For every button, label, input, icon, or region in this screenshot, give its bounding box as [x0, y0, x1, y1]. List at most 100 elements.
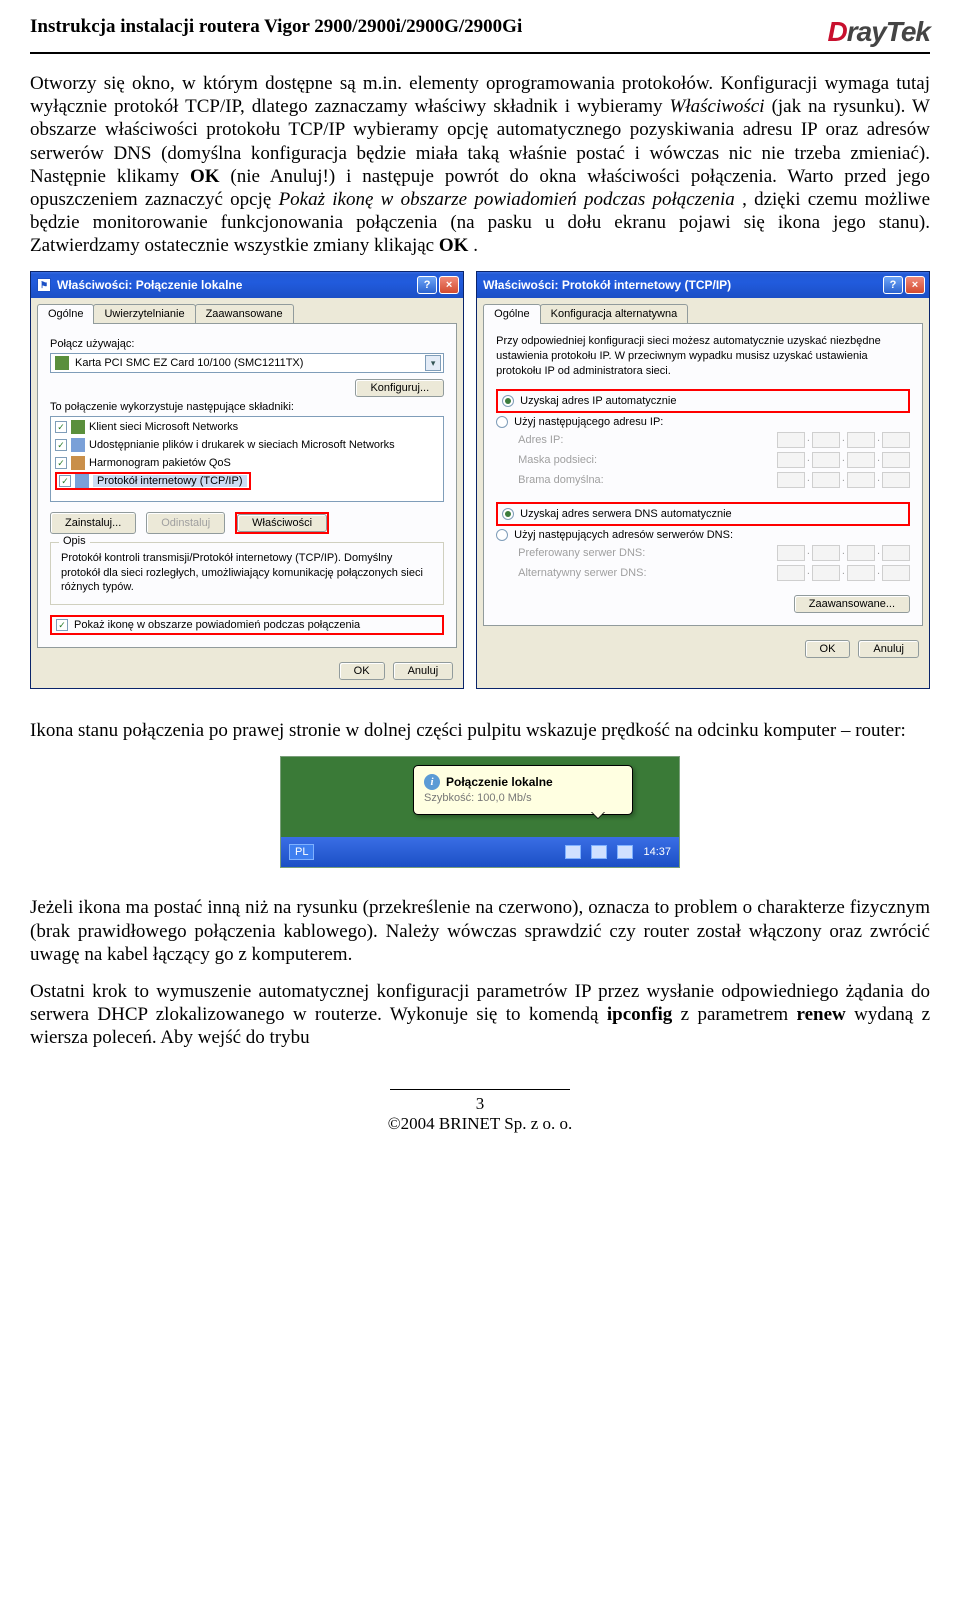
page-header: Instrukcja instalacji routera Vigor 2900… [30, 16, 930, 54]
help-icon[interactable]: ? [417, 276, 437, 294]
taskbar: PL 14:37 [281, 837, 679, 867]
ip-input: ... [777, 452, 910, 468]
components-listbox[interactable]: ✓ Klient sieci Microsoft Networks ✓ Udos… [50, 416, 444, 502]
window-icon: ⚑ [37, 278, 51, 292]
field-label: Adres IP: [518, 434, 563, 446]
item-label: Klient sieci Microsoft Networks [89, 421, 238, 433]
tab-pane-general: Przy odpowiedniej konfiguracji sieci moż… [483, 323, 923, 626]
radio-label: Uzyskaj adres serwera DNS automatycznie [520, 508, 732, 520]
tray-figure: i Połączenie lokalne Szybkość: 100,0 Mb/… [280, 756, 680, 868]
tabs: Ogólne Konfiguracja alternatywna [477, 298, 929, 323]
page-footer: 3 ©2004 BRINET Sp. z o. o. [30, 1089, 930, 1134]
p1-bold-1: OK [190, 166, 220, 187]
tab-pane-general: Połącz używając: Karta PCI SMC EZ Card 1… [37, 323, 457, 648]
radio-auto-dns[interactable] [502, 508, 514, 520]
checkbox-icon[interactable]: ✓ [55, 457, 67, 469]
titlebar[interactable]: Właściwości: Protokół internetowy (TCP/I… [477, 272, 929, 298]
checkbox-icon[interactable]: ✓ [59, 475, 71, 487]
checkbox-icon[interactable]: ✓ [56, 619, 68, 631]
configure-button[interactable]: Konfiguruj... [355, 379, 444, 397]
logo-rest: rayTek [847, 16, 930, 47]
cancel-button[interactable]: Anuluj [858, 640, 919, 658]
tcpip-icon [75, 474, 89, 488]
language-indicator[interactable]: PL [289, 844, 314, 860]
clock[interactable]: 14:37 [643, 846, 671, 858]
install-button[interactable]: Zainstaluj... [50, 512, 136, 534]
ok-button[interactable]: OK [339, 662, 385, 680]
adapter-name: Karta PCI SMC EZ Card 10/100 (SMC1211TX) [75, 357, 303, 369]
p1-italic-1: Właściwości [670, 96, 765, 117]
close-icon[interactable]: × [905, 276, 925, 294]
properties-button[interactable]: Właściwości [237, 514, 327, 532]
p4-seg-c: z parametrem [681, 1004, 797, 1025]
field-label: Preferowany serwer DNS: [518, 547, 645, 559]
field-label: Maska podsieci: [518, 454, 597, 466]
brand-logo: DrayTek [828, 16, 930, 48]
dialogs-row: ⚑ Właściwości: Połączenie lokalne ? × Og… [30, 271, 930, 689]
tray-icon[interactable] [591, 845, 607, 859]
info-icon: i [424, 774, 440, 790]
client-icon [71, 420, 85, 434]
list-item[interactable]: ✓ Harmonogram pakietów QoS [53, 454, 441, 472]
window-title: Właściwości: Protokół internetowy (TCP/I… [483, 278, 731, 292]
paragraph-4: Ostatni krok to wymuszenie automatycznej… [30, 980, 930, 1050]
desktop-area: i Połączenie lokalne Szybkość: 100,0 Mb/… [281, 757, 679, 837]
tab-advanced[interactable]: Zaawansowane [195, 304, 294, 323]
dialog-footer: OK Anuluj [31, 654, 463, 688]
show-icon-label: Pokaż ikonę w obszarze powiadomień podcz… [74, 619, 360, 631]
cancel-button[interactable]: Anuluj [393, 662, 454, 680]
page-number: 3 [30, 1094, 930, 1114]
list-item[interactable]: ✓ Udostępnianie plików i drukarek w siec… [53, 436, 441, 454]
ip-input: ... [777, 545, 910, 561]
p4-bold-2: renew [797, 1004, 846, 1025]
paragraph-1: Otworzy się okno, w którym dostępne są m… [30, 72, 930, 257]
qos-icon [71, 456, 85, 470]
item-label: Protokół internetowy (TCP/IP) [93, 475, 247, 487]
intro-text: Przy odpowiedniej konfiguracji sieci moż… [496, 334, 910, 379]
balloon-title: Połączenie lokalne [446, 775, 553, 789]
radio-manual-ip[interactable] [496, 416, 508, 428]
paragraph-3: Jeżeli ikona ma postać inną niż na rysun… [30, 896, 930, 966]
dialog-tcpip-properties: Właściwości: Protokół internetowy (TCP/I… [476, 271, 930, 689]
tab-auth[interactable]: Uwierzytelnianie [93, 304, 195, 323]
adapter-combo[interactable]: Karta PCI SMC EZ Card 10/100 (SMC1211TX)… [50, 353, 444, 373]
radio-manual-dns[interactable] [496, 529, 508, 541]
advanced-button[interactable]: Zaawansowane... [794, 595, 910, 613]
titlebar[interactable]: ⚑ Właściwości: Połączenie lokalne ? × [31, 272, 463, 298]
close-icon[interactable]: × [439, 276, 459, 294]
dialog-footer: OK Anuluj [477, 632, 929, 666]
group-title: Opis [59, 535, 90, 547]
tray-icon[interactable] [565, 845, 581, 859]
share-icon [71, 438, 85, 452]
checkbox-icon[interactable]: ✓ [55, 439, 67, 451]
description-text: Protokół kontroli transmisji/Protokół in… [61, 551, 433, 594]
tab-general[interactable]: Ogólne [483, 304, 540, 323]
chevron-down-icon[interactable]: ▾ [425, 355, 441, 371]
help-icon[interactable]: ? [883, 276, 903, 294]
item-label: Harmonogram pakietów QoS [89, 457, 231, 469]
header-title: Instrukcja instalacji routera Vigor 2900… [30, 16, 522, 38]
balloon-subtitle: Szybkość: 100,0 Mb/s [424, 792, 622, 804]
field-label: Brama domyślna: [518, 474, 604, 486]
radio-auto-ip[interactable] [502, 395, 514, 407]
field-label: Alternatywny serwer DNS: [518, 567, 646, 579]
copyright: ©2004 BRINET Sp. z o. o. [30, 1114, 930, 1134]
p1-seg-i: . [473, 235, 478, 256]
label-connect-using: Połącz używając: [50, 338, 444, 350]
list-item[interactable]: ✓ Protokół internetowy (TCP/IP) [53, 472, 441, 490]
window-title: Właściwości: Połączenie lokalne [57, 278, 242, 292]
label-components: To połączenie wykorzystuje następujące s… [50, 401, 444, 413]
network-icon[interactable] [617, 845, 633, 859]
uninstall-button: Odinstaluj [146, 512, 225, 534]
logo-d: D [828, 16, 847, 47]
item-label: Udostępnianie plików i drukarek w siecia… [89, 439, 395, 451]
tab-general[interactable]: Ogólne [37, 304, 94, 323]
tray-balloon: i Połączenie lokalne Szybkość: 100,0 Mb/… [413, 765, 633, 815]
ip-input: ... [777, 565, 910, 581]
ok-button[interactable]: OK [805, 640, 851, 658]
radio-label: Uzyskaj adres IP automatycznie [520, 395, 676, 407]
checkbox-icon[interactable]: ✓ [55, 421, 67, 433]
tab-alt-config[interactable]: Konfiguracja alternatywna [540, 304, 689, 323]
tabs: Ogólne Uwierzytelnianie Zaawansowane [31, 298, 463, 323]
list-item[interactable]: ✓ Klient sieci Microsoft Networks [53, 418, 441, 436]
